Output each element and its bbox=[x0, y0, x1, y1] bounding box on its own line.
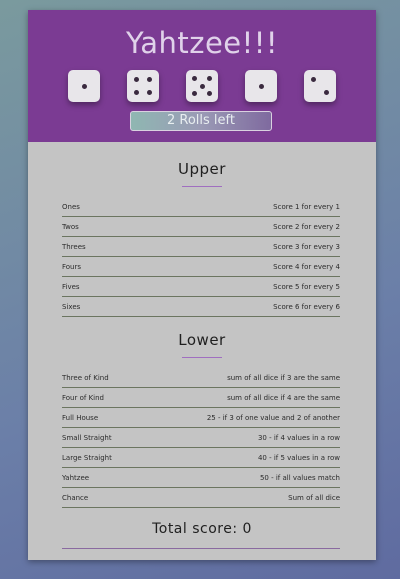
score-row-fours[interactable]: Fours Score 4 for every 4 bbox=[62, 257, 340, 277]
row-desc: 30 - if 4 values in a row bbox=[257, 433, 340, 442]
die-pip bbox=[134, 89, 140, 95]
score-row-full-house[interactable]: Full House 25 - if 3 of one value and 2 … bbox=[62, 408, 340, 428]
total-score: Total score: 0 bbox=[152, 521, 252, 537]
row-name: Large Straight bbox=[62, 453, 112, 462]
row-name: Yahtzee bbox=[62, 473, 90, 482]
die-pip bbox=[199, 83, 205, 89]
die-pip bbox=[258, 83, 264, 89]
score-row-four-of-kind[interactable]: Four of Kind sum of all dice if 4 are th… bbox=[62, 388, 340, 408]
row-name: Ones bbox=[62, 202, 80, 211]
die-pip bbox=[134, 77, 140, 83]
row-name: Twos bbox=[62, 222, 79, 231]
die-3[interactable] bbox=[186, 70, 218, 102]
die-pip bbox=[192, 76, 198, 82]
score-row-large-straight[interactable]: Large Straight 40 - if 5 values in a row bbox=[62, 448, 340, 468]
row-desc: Score 5 for every 5 bbox=[273, 282, 340, 291]
lower-rows: Three of Kind sum of all dice if 3 are t… bbox=[62, 368, 340, 508]
lower-section-title: Lower bbox=[178, 331, 226, 349]
row-desc: 25 - if 3 of one value and 2 of another bbox=[206, 413, 340, 422]
score-row-ones[interactable]: Ones Score 1 for every 1 bbox=[62, 197, 340, 217]
row-name: Threes bbox=[62, 242, 86, 251]
bottom-divider bbox=[62, 548, 340, 549]
row-name: Fives bbox=[62, 282, 80, 291]
row-desc: Score 3 for every 3 bbox=[273, 242, 340, 251]
lower-title-underline bbox=[182, 357, 222, 358]
row-name: Sixes bbox=[62, 302, 81, 311]
upper-section-title: Upper bbox=[178, 160, 226, 178]
row-desc: Score 1 for every 1 bbox=[273, 202, 340, 211]
die-pip bbox=[146, 89, 152, 95]
row-name: Full House bbox=[62, 413, 99, 422]
die-pip bbox=[192, 90, 198, 96]
header: Yahtzee!!! 2 Rolls left bbox=[28, 10, 376, 142]
upper-section: Upper Ones Score 1 for every 1 Twos Scor… bbox=[28, 160, 376, 317]
row-desc: Sum of all dice bbox=[288, 493, 340, 502]
die-pip bbox=[323, 89, 329, 95]
row-name: Three of Kind bbox=[62, 373, 109, 382]
score-row-sixes[interactable]: Sixes Score 6 for every 6 bbox=[62, 297, 340, 317]
score-row-three-of-kind[interactable]: Three of Kind sum of all dice if 3 are t… bbox=[62, 368, 340, 388]
die-5[interactable] bbox=[304, 70, 336, 102]
die-2[interactable] bbox=[127, 70, 159, 102]
row-name: Four of Kind bbox=[62, 393, 104, 402]
upper-rows: Ones Score 1 for every 1 Twos Score 2 fo… bbox=[62, 197, 340, 317]
die-pip bbox=[206, 76, 212, 82]
score-row-fives[interactable]: Fives Score 5 for every 5 bbox=[62, 277, 340, 297]
row-desc: Score 2 for every 2 bbox=[273, 222, 340, 231]
score-row-small-straight[interactable]: Small Straight 30 - if 4 values in a row bbox=[62, 428, 340, 448]
die-1[interactable] bbox=[68, 70, 100, 102]
upper-title-underline bbox=[182, 186, 222, 187]
score-row-yahtzee[interactable]: Yahtzee 50 - if all values match bbox=[62, 468, 340, 488]
die-pip bbox=[146, 77, 152, 83]
roll-button[interactable]: 2 Rolls left bbox=[130, 111, 272, 131]
row-name: Fours bbox=[62, 262, 82, 271]
row-desc: sum of all dice if 3 are the same bbox=[227, 373, 340, 382]
row-desc: Score 6 for every 6 bbox=[273, 302, 340, 311]
game-title: Yahtzee!!! bbox=[125, 26, 279, 60]
row-desc: 50 - if all values match bbox=[259, 473, 340, 482]
row-name: Small Straight bbox=[62, 433, 112, 442]
die-pip bbox=[311, 77, 317, 83]
die-pip bbox=[206, 90, 212, 96]
row-desc: 40 - if 5 values in a row bbox=[257, 453, 340, 462]
row-desc: sum of all dice if 4 are the same bbox=[227, 393, 340, 402]
row-name: Chance bbox=[62, 493, 89, 502]
score-row-twos[interactable]: Twos Score 2 for every 2 bbox=[62, 217, 340, 237]
row-desc: Score 4 for every 4 bbox=[273, 262, 340, 271]
dice-row bbox=[28, 70, 376, 102]
lower-section: Lower Three of Kind sum of all dice if 3… bbox=[28, 331, 376, 508]
game-card: Yahtzee!!! 2 Rolls left Upper Ones Score… bbox=[28, 10, 376, 560]
score-row-threes[interactable]: Threes Score 3 for every 3 bbox=[62, 237, 340, 257]
die-4[interactable] bbox=[245, 70, 277, 102]
score-row-chance[interactable]: Chance Sum of all dice bbox=[62, 488, 340, 508]
die-pip bbox=[81, 83, 87, 89]
